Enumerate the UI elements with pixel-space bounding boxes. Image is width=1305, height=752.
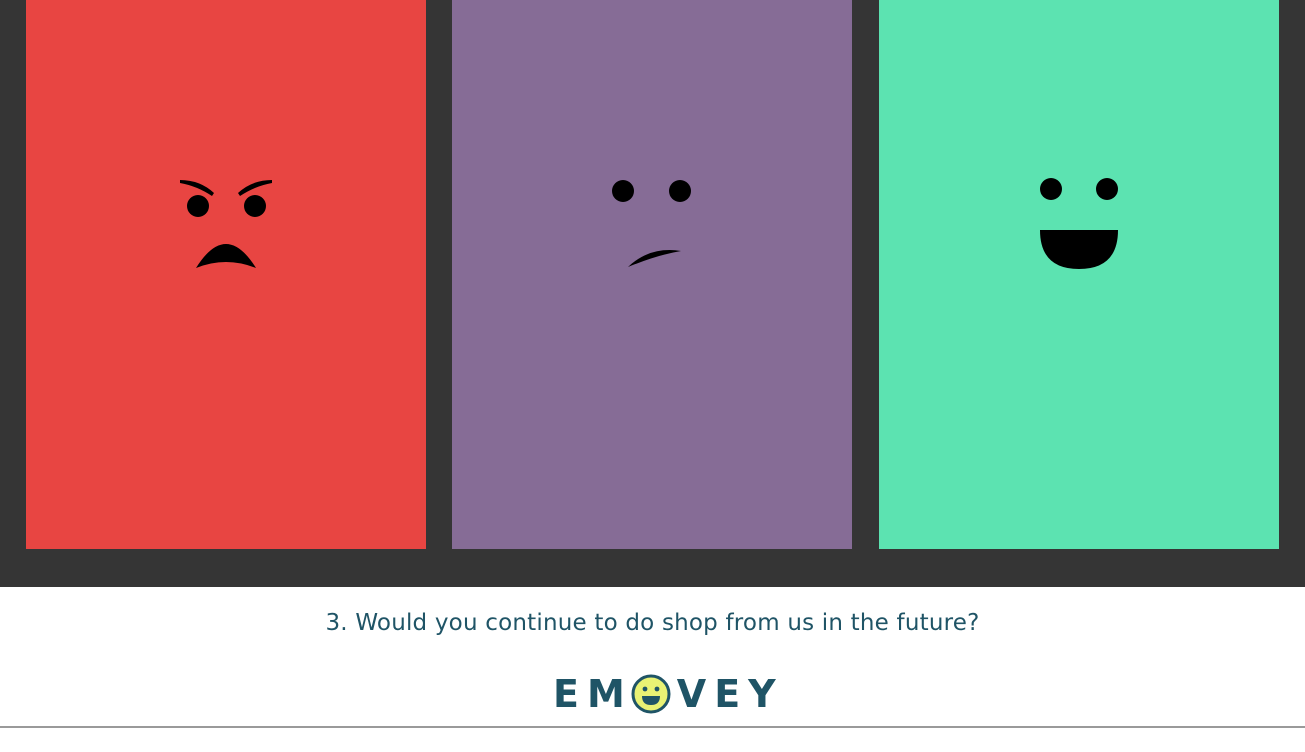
angry-face-icon (180, 180, 272, 268)
smiley-logo-icon (631, 674, 671, 714)
mood-option-happy[interactable] (879, 0, 1279, 549)
mood-selection-area (0, 0, 1305, 587)
logo-text-left: EM (553, 672, 633, 716)
mood-option-angry[interactable] (26, 0, 426, 549)
happy-face-icon (1040, 178, 1118, 269)
emovey-logo: EM VEY (553, 671, 784, 717)
survey-question: 3. Would you continue to do shop from us… (325, 610, 980, 636)
unsure-face-icon (612, 180, 691, 267)
logo-text-right: VEY (676, 672, 784, 716)
mood-option-neutral[interactable] (452, 0, 852, 549)
footer-divider (0, 726, 1305, 728)
